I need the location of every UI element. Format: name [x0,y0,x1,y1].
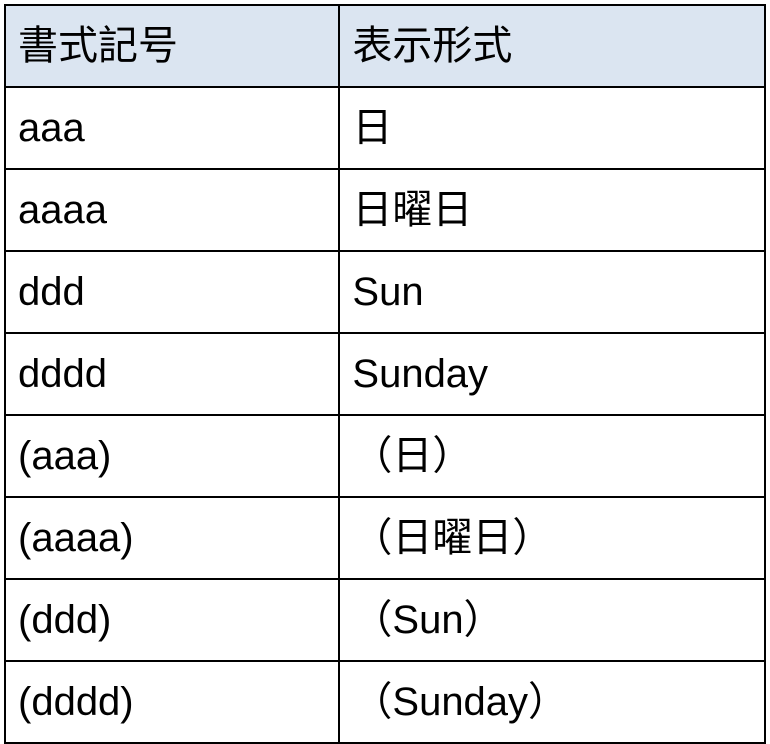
table-row: (ddd) （Sun） [5,579,765,661]
table-header-row: 書式記号 表示形式 [5,5,765,87]
header-display-format: 表示形式 [339,5,765,87]
table-row: (aaaa) （日曜日） [5,497,765,579]
cell-format: (aaaa) [5,497,339,579]
cell-display: （Sunday） [339,661,765,743]
cell-display: （日曜日） [339,497,765,579]
table-row: (dddd) （Sunday） [5,661,765,743]
cell-display: （日） [339,415,765,497]
cell-format: dddd [5,333,339,415]
table-row: aaaa 日曜日 [5,169,765,251]
cell-display: Sunday [339,333,765,415]
cell-format: (aaa) [5,415,339,497]
cell-format: ddd [5,251,339,333]
table-row: (aaa) （日） [5,415,765,497]
cell-display: （Sun） [339,579,765,661]
cell-display: 日 [339,87,765,169]
cell-format: aaa [5,87,339,169]
format-table: 書式記号 表示形式 aaa 日 aaaa 日曜日 ddd Sun dddd Su… [4,4,766,744]
table-row: ddd Sun [5,251,765,333]
header-format-code: 書式記号 [5,5,339,87]
cell-display: Sun [339,251,765,333]
cell-display: 日曜日 [339,169,765,251]
table-row: aaa 日 [5,87,765,169]
table-row: dddd Sunday [5,333,765,415]
cell-format: (dddd) [5,661,339,743]
cell-format: aaaa [5,169,339,251]
cell-format: (ddd) [5,579,339,661]
